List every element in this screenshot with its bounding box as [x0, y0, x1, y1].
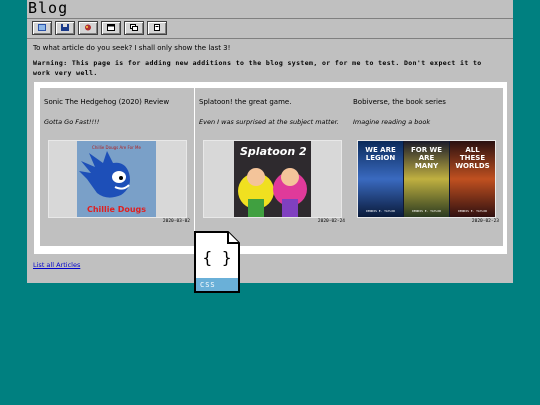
image-icon[interactable]	[32, 21, 52, 35]
book-title: WE ARE LEGION	[365, 146, 396, 162]
article-card[interactable]: Bobiverse, the book series Imagine readi…	[349, 88, 503, 246]
poster-caption: Chillie Dougs Are For Me	[92, 145, 141, 150]
intro-text: To what article do you seek? I shall onl…	[33, 44, 231, 52]
window-title-bar[interactable]: Blog	[27, 0, 513, 19]
book-cover: WE ARE LEGION DENNIS E. TAYLOR	[358, 141, 403, 217]
sonic-poster: Chillie Dougs Are For Me Chillie Dougs	[77, 141, 156, 217]
book-cover: ALL THESE WORLDS DENNIS E. TAYLOR	[450, 141, 495, 217]
article-thumbnail[interactable]: Splatoon 2	[203, 140, 342, 218]
article-thumbnail[interactable]: Chillie Dougs Are For Me Chillie Dougs	[48, 140, 187, 218]
paint-icon[interactable]	[78, 21, 98, 35]
article-title[interactable]: Sonic The Hedgehog (2020) Review	[44, 98, 169, 106]
article-card[interactable]: Splatoon! the great game. Even I was sur…	[195, 88, 349, 246]
article-card[interactable]: Sonic The Hedgehog (2020) Review Gotta G…	[40, 88, 194, 246]
article-title[interactable]: Splatoon! the great game.	[199, 98, 291, 106]
article-date: 2020-02-23	[471, 219, 499, 224]
article-date: 2020-02-24	[317, 219, 345, 224]
blog-window: Blog To what article do you seek? I shal…	[27, 0, 513, 283]
poster-title: Chillie Dougs	[86, 205, 147, 214]
article-subtitle: Imagine reading a book	[353, 118, 431, 126]
toolbar	[27, 18, 513, 39]
book-author: DENNIS E. TAYLOR	[412, 209, 441, 213]
article-date: 2020-03-02	[162, 219, 190, 224]
warning-text: Warning: This page is for adding new add…	[33, 59, 482, 77]
curly-braces-icon: { }	[202, 248, 232, 267]
articles-panel: Sonic The Hedgehog (2020) Review Gotta G…	[34, 82, 507, 254]
list-all-articles-link[interactable]: List all Articles	[33, 261, 80, 269]
book-author: DENNIS E. TAYLOR	[366, 209, 395, 213]
css-file-icon[interactable]: { } CSS	[194, 231, 240, 293]
article-subtitle: Gotta Go Fast!!!!	[44, 118, 100, 126]
book-author: DENNIS E. TAYLOR	[458, 209, 487, 213]
book-title: ALL THESE WORLDS	[455, 146, 490, 170]
window-title: Blog	[28, 0, 69, 17]
splatoon-logo: Splatoon 2	[240, 145, 307, 158]
article-subtitle: Even I was surprised at the subject matt…	[199, 118, 339, 126]
book-title: FOR WE ARE MANY	[410, 146, 443, 170]
window-icon[interactable]	[101, 21, 121, 35]
copy-icon[interactable]	[124, 21, 144, 35]
file-type-label: CSS	[200, 281, 216, 289]
article-thumbnail[interactable]: WE ARE LEGION DENNIS E. TAYLOR FOR WE AR…	[357, 140, 496, 218]
splatoon-cover: Splatoon 2	[234, 141, 311, 217]
save-icon[interactable]	[55, 21, 75, 35]
document-icon[interactable]	[147, 21, 167, 35]
article-title[interactable]: Bobiverse, the book series	[353, 98, 446, 106]
book-cover: FOR WE ARE MANY DENNIS E. TAYLOR	[404, 141, 449, 217]
